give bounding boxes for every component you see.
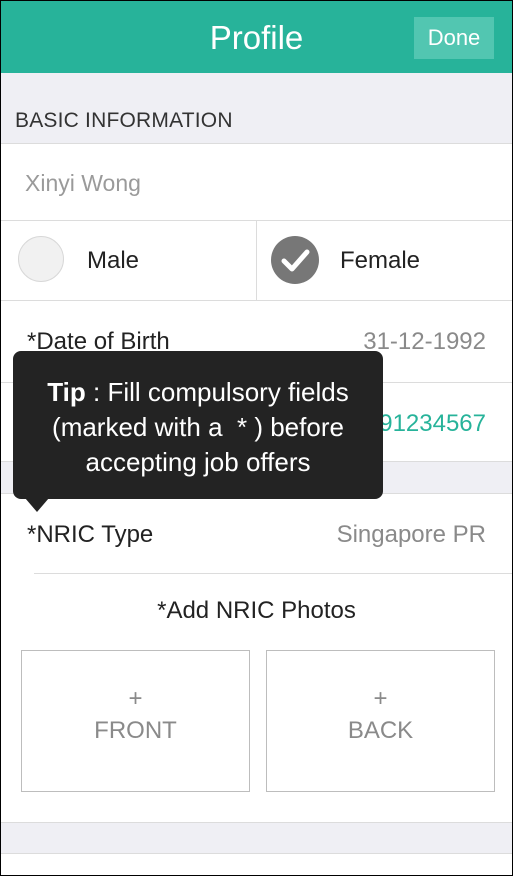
- male-radio[interactable]: [18, 236, 64, 282]
- add-back-photo-button[interactable]: + BACK: [266, 650, 495, 792]
- gender-divider: [256, 221, 257, 300]
- divider: [34, 573, 512, 574]
- add-front-photo-button[interactable]: + FRONT: [21, 650, 250, 792]
- female-label[interactable]: Female: [340, 247, 420, 275]
- tooltip-line-1: Tip : Fill compulsory fields: [13, 375, 383, 410]
- tip-label: Tip: [47, 377, 86, 407]
- nric-type-value[interactable]: Singapore PR: [337, 521, 486, 549]
- app-frame: Profile Done BASIC INFORMATION Male Fema…: [0, 0, 513, 876]
- nric-photos-title: *Add NRIC Photos: [157, 597, 356, 624]
- back-label: BACK: [347, 717, 414, 744]
- tooltip-text: ) before: [254, 412, 344, 442]
- next-row: [1, 854, 512, 875]
- tooltip-arrow: [25, 498, 49, 512]
- tooltip-line-3: accepting job offers: [85, 447, 311, 477]
- section-title-basic-info: BASIC INFORMATION: [15, 109, 233, 132]
- divider: [1, 143, 512, 144]
- tooltip-star: *: [236, 412, 248, 442]
- checkmark-icon: [281, 249, 310, 272]
- plus-icon: +: [128, 685, 143, 712]
- name-field[interactable]: [25, 170, 485, 197]
- tooltip-text: : Fill compulsory fields: [85, 377, 349, 407]
- plus-icon: +: [373, 685, 388, 712]
- divider: [1, 822, 512, 823]
- tooltip-line-2: (marked with a * ) before: [13, 410, 383, 445]
- tip-tooltip[interactable]: Tip : Fill compulsory fields (marked wit…: [13, 351, 383, 499]
- contact-value[interactable]: 91234567: [379, 410, 486, 438]
- dob-value[interactable]: 31-12-1992: [363, 328, 486, 356]
- tooltip-text: (marked with a: [52, 412, 223, 442]
- done-button[interactable]: Done: [414, 17, 494, 59]
- female-radio[interactable]: [271, 236, 319, 284]
- nav-header: Profile Done: [1, 1, 512, 73]
- front-label: FRONT: [94, 717, 177, 744]
- male-label[interactable]: Male: [87, 247, 139, 275]
- nric-type-label: *NRIC Type: [27, 521, 154, 548]
